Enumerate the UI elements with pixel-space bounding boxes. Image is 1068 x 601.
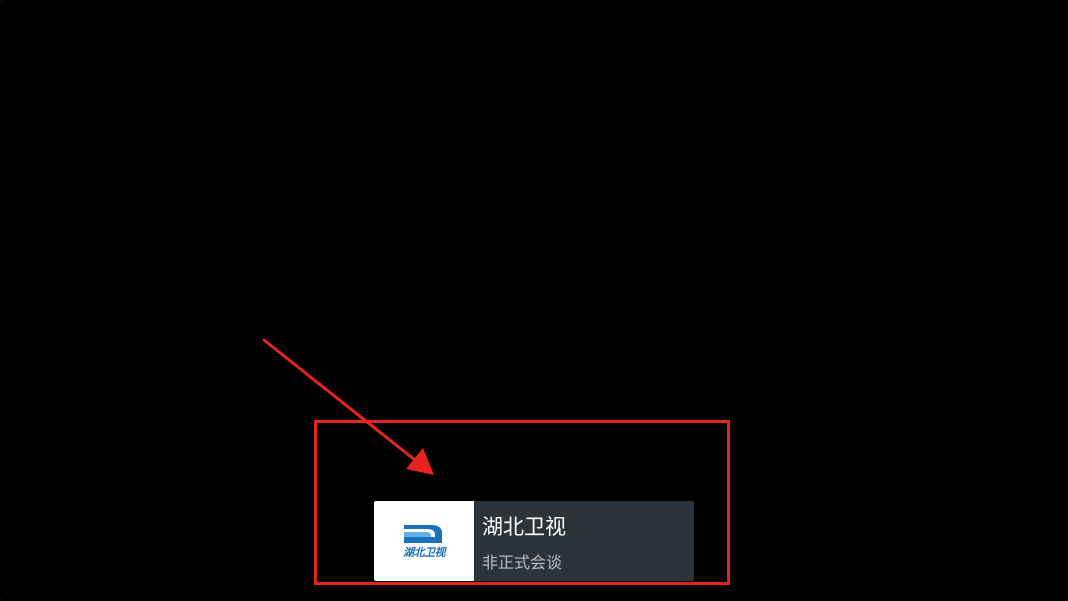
logo-text: 湖北卫视	[403, 546, 446, 559]
video-screen: 湖北卫视 湖北卫视 非正式会谈	[0, 0, 1068, 601]
channel-name: 湖北卫视	[482, 515, 566, 539]
channel-info-panel: 湖北卫视 非正式会谈	[474, 501, 694, 581]
channel-info-card[interactable]: 湖北卫视 湖北卫视 非正式会谈	[374, 501, 694, 581]
hubei-tv-logo-icon	[404, 525, 442, 543]
program-name: 非正式会谈	[482, 553, 563, 572]
channel-logo: 湖北卫视	[374, 501, 474, 581]
